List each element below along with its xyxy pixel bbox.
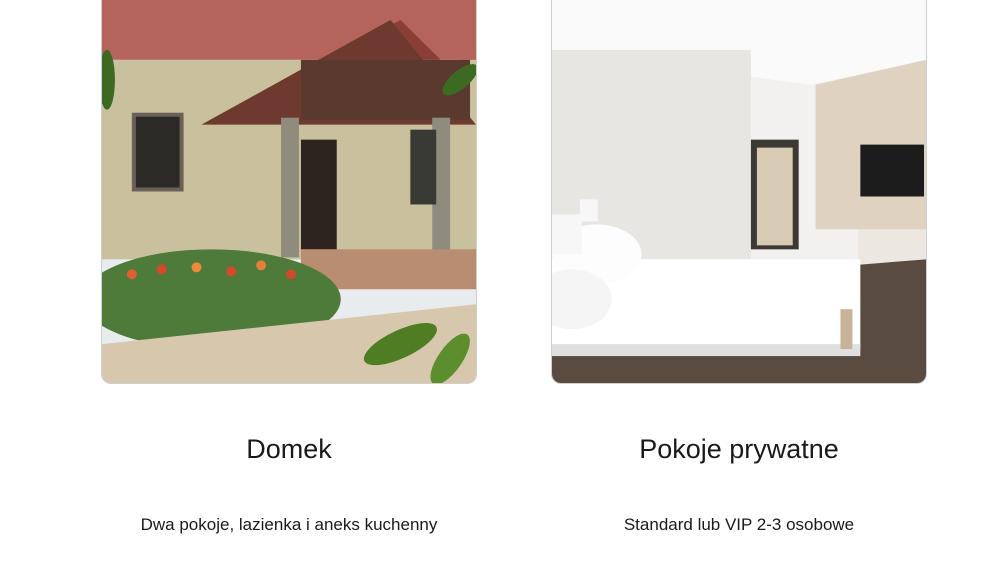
- card-title: Pokoje prywatne: [639, 434, 839, 464]
- accommodation-card-domek[interactable]: Domek Dwa pokoje, lazienka i aneks kuche…: [101, 0, 477, 534]
- card-title: Domek: [246, 434, 332, 464]
- accommodation-card-pokoje-prywatne[interactable]: Pokoje prywatne Standard lub VIP 2-3 oso…: [551, 0, 927, 534]
- card-description: Standard lub VIP 2-3 osobowe: [623, 515, 855, 534]
- hotel-room-photo[interactable]: [551, 0, 927, 384]
- house-photo[interactable]: [101, 0, 477, 384]
- card-description: Dwa pokoje, lazienka i aneks kuchenny: [140, 515, 438, 534]
